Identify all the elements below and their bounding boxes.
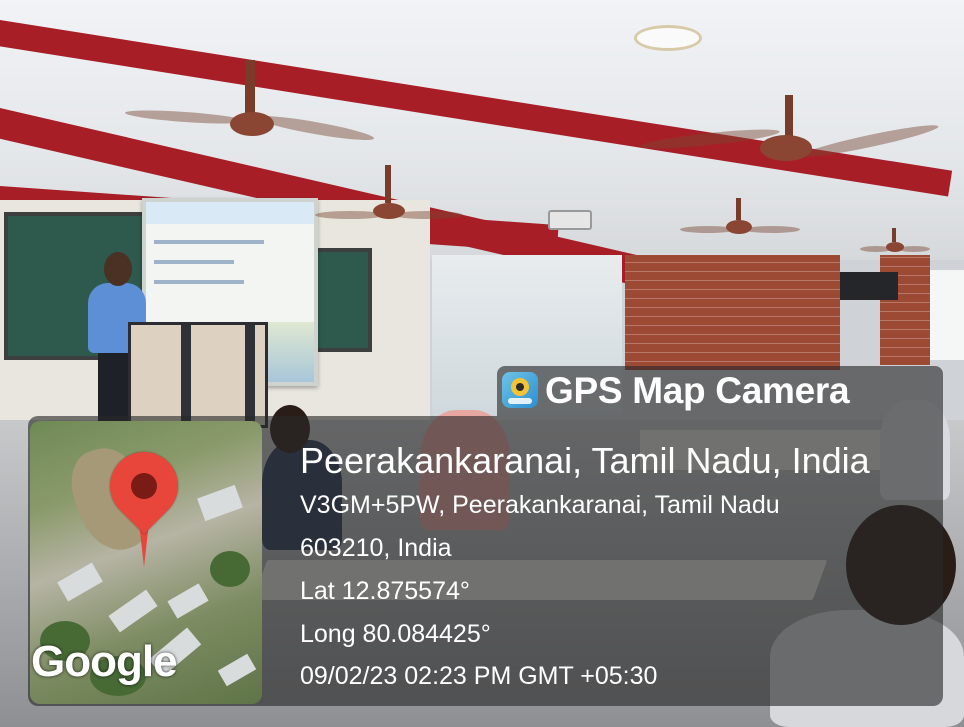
presenter-head xyxy=(104,252,132,286)
brick-wall xyxy=(625,255,840,370)
latitude: Lat 12.875574° xyxy=(300,577,470,605)
gps-map-camera-app-icon xyxy=(502,372,538,408)
address-line-2: 603210, India xyxy=(300,534,452,562)
location-name: Peerakankaranai, Tamil Nadu, India xyxy=(300,440,870,481)
slide-header xyxy=(146,202,314,224)
ceiling-fan-icon xyxy=(860,228,930,256)
map-pin-center xyxy=(131,473,157,499)
ceiling-fan-icon xyxy=(639,95,940,175)
longitude: Long 80.084425° xyxy=(300,620,491,648)
side-window xyxy=(930,270,964,360)
podium xyxy=(128,322,268,428)
timestamp: 09/02/23 02:23 PM GMT +05:30 xyxy=(300,662,658,690)
presenter-legs xyxy=(98,350,130,422)
wall-speaker xyxy=(840,272,898,300)
ceiling-fan-icon xyxy=(680,198,800,238)
address-line-1: V3GM+5PW, Peerakankaranai, Tamil Nadu xyxy=(300,491,780,519)
ceiling-light xyxy=(634,25,702,51)
ceiling-fan-icon xyxy=(124,60,376,150)
projector xyxy=(548,210,592,230)
gps-app-name: GPS Map Camera xyxy=(545,370,850,411)
google-logo: Google xyxy=(31,637,178,686)
ceiling-fan-icon xyxy=(315,165,465,225)
